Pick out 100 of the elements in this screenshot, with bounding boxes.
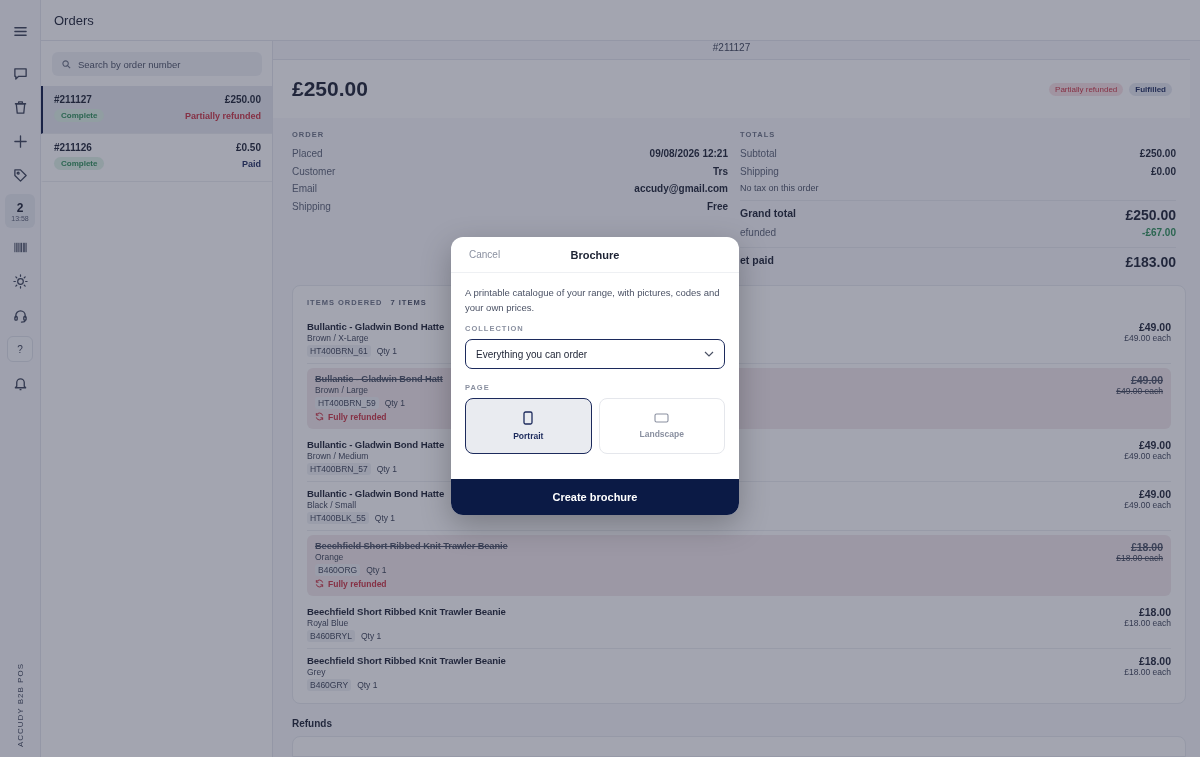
total-value: £183.00 (1125, 254, 1176, 271)
status-badge: Partially refunded (1049, 82, 1124, 96)
refunds-heading: Refunds (291, 716, 333, 731)
detail-label: Shipping (292, 200, 331, 214)
landscape-page-icon (654, 413, 670, 423)
search-icon (62, 60, 71, 69)
detail-value: Free (706, 200, 728, 214)
total-value: -£67.00 (1142, 227, 1176, 241)
create-brochure-button[interactable]: Create brochure (451, 479, 739, 515)
item-qty: Qty 1 (384, 397, 405, 408)
total-label: Shipping (740, 165, 779, 179)
refund-note: Fully refunded (328, 411, 387, 422)
item-name: Bullantic - Gladwin Bond Hatt (315, 373, 443, 384)
item-variant: Brown / Large (315, 384, 369, 395)
tax-note: No tax on this order (740, 183, 819, 194)
total-value: £0.00 (1150, 165, 1176, 179)
order-item[interactable]: #211126 £0.50 Complete Paid (41, 134, 272, 182)
order-total: £0.50 (235, 142, 261, 153)
order-number: #211126 (54, 142, 92, 153)
detail-value: 09/08/2026 12:21 (649, 148, 728, 162)
order-amount: £250.00 (292, 77, 368, 102)
headset-icon[interactable] (12, 307, 28, 323)
detail-label: Customer (292, 165, 336, 179)
cancel-button[interactable]: Cancel (469, 249, 501, 260)
total-label: Grand total (740, 207, 796, 222)
payment-status: Paid (242, 158, 261, 169)
plus-icon[interactable] (12, 133, 28, 149)
dialog-title: Brochure (570, 248, 620, 261)
unit-price: £49.00 each (1124, 499, 1171, 510)
detail-value: accudy@gmail.com (634, 183, 728, 197)
chevron-down-icon (704, 351, 714, 357)
item-sku: B460GRY (307, 678, 352, 691)
status-pill: Complete (54, 157, 105, 170)
brand-label: ACCUDY B2B POS (15, 662, 25, 747)
item-price: £49.00 (1137, 320, 1171, 333)
page-title: Orders (54, 12, 94, 28)
detail-label: Email (292, 183, 317, 197)
item-variant: Brown / Medium (307, 450, 370, 461)
search-field[interactable]: Search by order number (52, 52, 262, 76)
unit-price: £18.00 each (1124, 617, 1171, 628)
status-badge: Fulfilled (1129, 82, 1172, 96)
item-sku: HT400BRN_59 (315, 396, 379, 409)
item-qty: Qty 1 (357, 679, 378, 690)
sun-icon[interactable] (12, 273, 28, 289)
item-price: £18.00 (1129, 540, 1163, 553)
unit-price: £49.00 each (1116, 385, 1163, 396)
item-variant: Brown / X-Large (307, 332, 370, 343)
refresh-icon (315, 412, 324, 422)
total-value: £250.00 (1139, 148, 1176, 162)
item-price: £18.00 (1137, 605, 1171, 618)
unit-price: £18.00 each (1116, 552, 1163, 563)
item-name: Bullantic - Gladwin Bond Hatte (307, 320, 445, 332)
page-option[interactable]: Landscape (598, 398, 725, 454)
bell-icon[interactable] (12, 375, 28, 391)
item-qty: Qty 1 (366, 564, 387, 575)
item-variant: Royal Blue (307, 617, 350, 628)
item-sku: HT400BLK_55 (307, 511, 369, 524)
item-sku: B460BRYL (307, 629, 355, 642)
collection-select[interactable]: Everything you can order (465, 339, 725, 369)
portrait-page-icon (523, 411, 534, 425)
item-qty: Qty 1 (374, 512, 396, 523)
unit-price: £49.00 each (1124, 450, 1171, 461)
item-name: Bullantic - Gladwin Bond Hatte (307, 487, 445, 499)
total-label: Subtotal (740, 148, 777, 162)
payment-status: Partially refunded (184, 110, 261, 121)
item-sku: HT400BRN_61 (307, 344, 371, 357)
item-qty: Qty 1 (376, 345, 397, 356)
refresh-icon (315, 579, 324, 589)
item-name: Beechfield Short Ribbed Knit Trawler Beanie (315, 540, 508, 551)
detail-value: Trs (713, 165, 728, 179)
item-name: Beechfield Short Ribbed Knit Trawler Beanie (307, 654, 506, 666)
total-label: et paid (740, 254, 774, 269)
page-option[interactable]: Portrait (465, 398, 592, 454)
status-pill: Complete (54, 109, 105, 122)
order-number: #211127 (54, 94, 92, 105)
total-value: £250.00 (1125, 207, 1176, 224)
item-name: Bullantic - Gladwin Bond Hatte (307, 438, 445, 450)
item-name: Beechfield Short Ribbed Knit Trawler Beanie (307, 605, 506, 617)
refund-note: Fully refunded (328, 578, 387, 589)
tag-icon[interactable] (12, 167, 28, 183)
trash-icon[interactable] (12, 99, 28, 115)
order-total: £250.00 (224, 94, 261, 105)
total-label: efunded (740, 227, 777, 241)
item-sku: HT400BRN_57 (307, 462, 371, 475)
item-qty: Qty 1 (376, 463, 397, 474)
item-price: £49.00 (1137, 487, 1171, 500)
unit-price: £49.00 each (1124, 332, 1171, 343)
item-price: £18.00 (1137, 654, 1171, 667)
order-item[interactable]: #211127 £250.00 Complete Partially refunded (41, 86, 272, 134)
unit-price: £18.00 each (1124, 666, 1171, 677)
detail-label: Placed (292, 148, 323, 162)
item-variant: Grey (307, 666, 327, 677)
item-variant: Orange (315, 551, 345, 562)
badge-count: 2 (16, 200, 24, 215)
item-price: £49.00 (1137, 438, 1171, 451)
item-qty: Qty 1 (360, 630, 382, 641)
chat-icon[interactable] (12, 65, 28, 81)
item-sku: B460ORG (315, 563, 361, 576)
item-variant: Black / Small (307, 499, 358, 510)
help-button[interactable]: ? (7, 336, 33, 362)
